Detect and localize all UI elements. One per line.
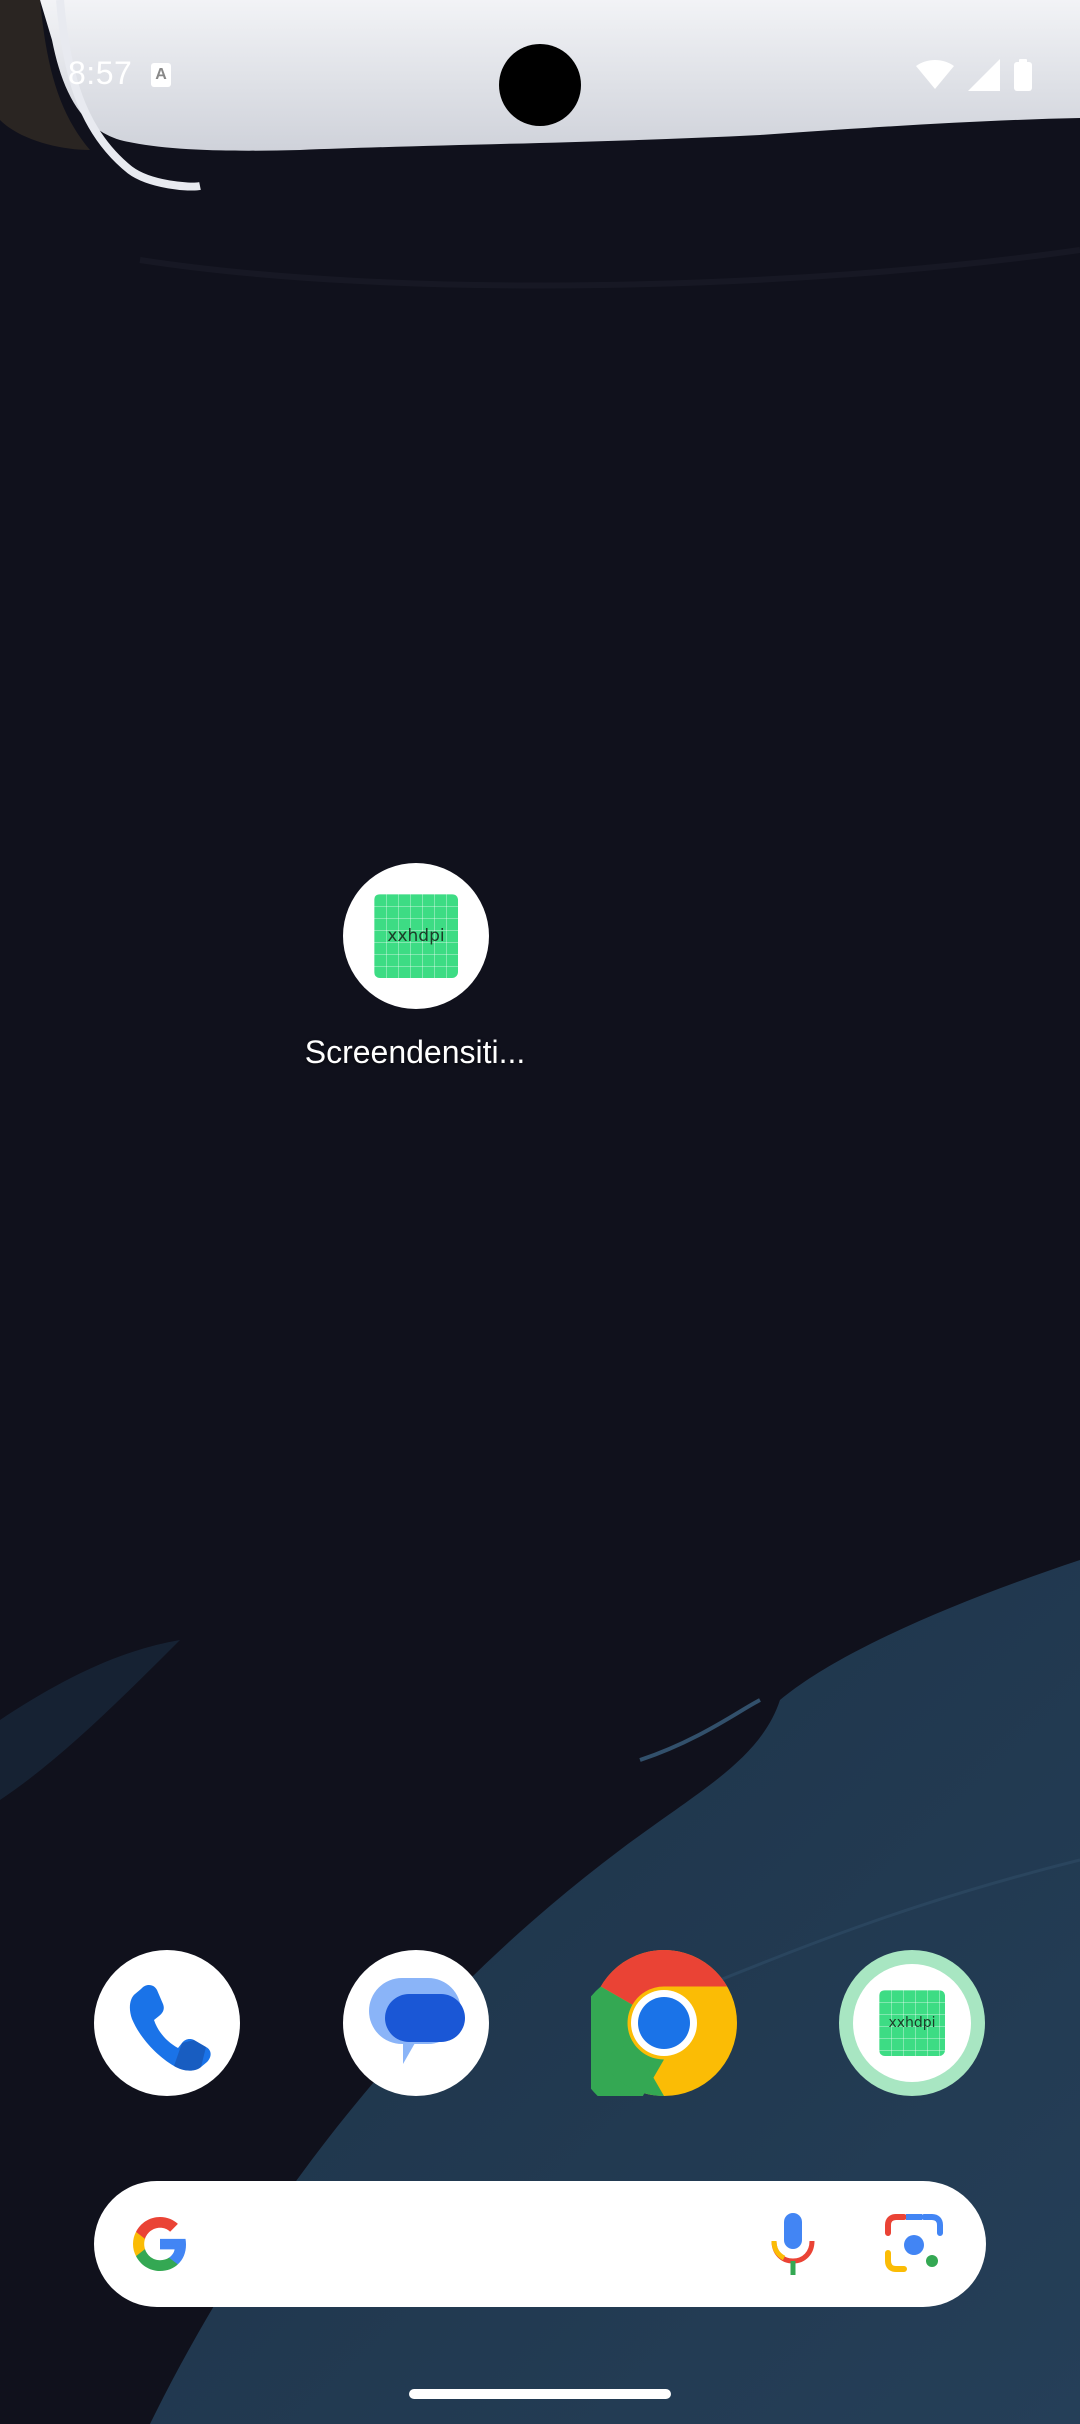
screen-density-dock-icon[interactable]: xxhdpi bbox=[839, 1950, 985, 2096]
density-tile: xxhdpi bbox=[879, 1990, 945, 2056]
camera-cutout bbox=[499, 44, 581, 126]
mic-icon[interactable] bbox=[770, 2211, 816, 2277]
messages-icon[interactable] bbox=[343, 1950, 489, 2096]
screen-density-app-icon[interactable]: xxhdpi bbox=[343, 863, 489, 1009]
google-g-icon bbox=[133, 2217, 186, 2271]
search-bar[interactable] bbox=[94, 2181, 986, 2307]
google-lens-icon[interactable] bbox=[884, 2213, 944, 2273]
dock-icon-inner: xxhdpi bbox=[853, 1964, 971, 2082]
density-tile: xxhdpi bbox=[374, 894, 458, 978]
phone-icon[interactable] bbox=[94, 1950, 240, 2096]
app-label-screendensities[interactable]: Screendensiti... bbox=[290, 1034, 540, 1071]
signal-icon bbox=[968, 59, 1000, 91]
status-icons bbox=[916, 58, 1032, 92]
chrome-icon[interactable] bbox=[591, 1950, 737, 2096]
notification-icon: A bbox=[151, 63, 171, 87]
status-time: 8:57 bbox=[68, 55, 133, 91]
battery-icon bbox=[1014, 59, 1032, 91]
navigation-handle[interactable] bbox=[409, 2389, 671, 2399]
wifi-icon bbox=[916, 60, 954, 89]
